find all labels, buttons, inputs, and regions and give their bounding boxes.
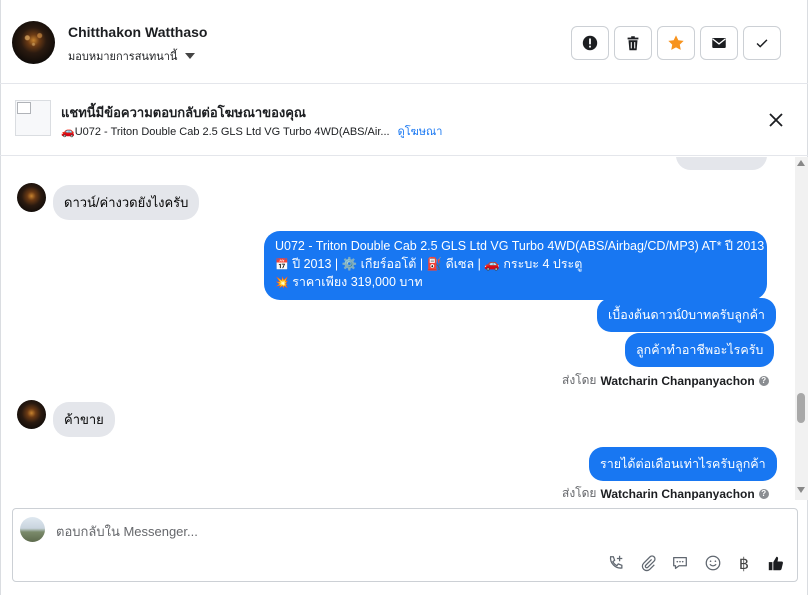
ad-banner-subtitle: 🚗U072 - Triton Double Cab 2.5 GLS Ltd VG…	[61, 122, 442, 140]
emoji-button[interactable]	[703, 553, 723, 573]
payment-button[interactable]: ฿	[734, 553, 754, 573]
smiley-icon	[705, 555, 721, 571]
contact-avatar-small	[17, 400, 46, 429]
exclamation-icon	[582, 35, 598, 51]
reply-input[interactable]	[56, 521, 656, 541]
sent-by-label: ส่งโดย Watcharin Chanpanyachon ?	[562, 371, 769, 390]
star-button[interactable]	[657, 26, 695, 60]
chat-bubble-icon	[673, 556, 687, 570]
car-icon: 🚗	[61, 125, 75, 138]
previous-message-bubble	[676, 157, 767, 170]
sent-by-prefix: ส่งโดย	[562, 486, 597, 500]
outgoing-ad-message: U072 - Triton Double Cab 2.5 GLS Ltd VG …	[264, 231, 767, 300]
outgoing-message: เบื้องต้นดาวน์0บาทครับลูกค้า	[597, 298, 776, 332]
sent-by-prefix: ส่งโดย	[562, 373, 597, 387]
message-line: 📅 ปี 2013 | ⚙️ เกียร์ออโต้ | ⛽ ดีเซล | 🚗…	[275, 256, 756, 275]
message-line-text: ปี 2013 | ⚙️ เกียร์ออโต้ | ⛽ ดีเซล | 🚗 ก…	[292, 256, 583, 271]
mark-done-button[interactable]	[743, 26, 781, 60]
scrollbar[interactable]	[795, 157, 808, 500]
baht-icon: ฿	[738, 553, 750, 573]
mail-button[interactable]	[700, 26, 738, 60]
outgoing-message: ลูกค้าทำอาชีพอะไรครับ	[625, 333, 775, 367]
envelope-icon	[712, 38, 726, 48]
attach-button[interactable]	[638, 553, 658, 573]
calendar-icon: 📅	[275, 258, 289, 271]
message-line: 💥 ราคาเพียง 319,000 บาท	[275, 274, 756, 293]
caret-down-icon	[185, 53, 196, 59]
incoming-message: ค้าขาย	[53, 402, 115, 437]
close-icon[interactable]	[766, 110, 786, 130]
scrollbar-thumb[interactable]	[797, 393, 805, 423]
info-icon[interactable]: ?	[758, 375, 769, 386]
agent-name[interactable]: Watcharin Chanpanyachon	[600, 374, 754, 388]
contact-avatar[interactable]	[12, 21, 55, 64]
check-icon	[756, 39, 768, 48]
assign-label: มอบหมายการสนทนานี้	[68, 51, 178, 63]
scroll-up-arrow[interactable]	[797, 160, 805, 166]
sent-by-label: ส่งโดย Watcharin Chanpanyachon ?	[562, 484, 769, 500]
phone-add-icon	[609, 555, 623, 569]
paperclip-icon	[641, 555, 656, 572]
delete-button[interactable]	[614, 26, 652, 60]
info-icon[interactable]: ?	[758, 488, 769, 499]
scroll-down-arrow[interactable]	[797, 487, 805, 493]
contact-name[interactable]: Chitthakon Watthaso	[68, 24, 207, 40]
ad-thumbnail[interactable]	[15, 100, 51, 136]
incoming-message: ดาวน์/ค่างวดยังไงครับ	[53, 185, 200, 220]
page-avatar	[20, 517, 45, 542]
ad-description: U072 - Triton Double Cab 2.5 GLS Ltd VG …	[74, 125, 390, 138]
agent-name[interactable]: Watcharin Chanpanyachon	[600, 487, 754, 501]
report-button[interactable]	[571, 26, 609, 60]
trash-icon	[627, 36, 639, 51]
message-line: U072 - Triton Double Cab 2.5 GLS Ltd VG …	[275, 239, 765, 253]
star-icon	[668, 35, 684, 50]
thumbs-up-icon	[768, 556, 783, 571]
assign-conversation-dropdown[interactable]: มอบหมายการสนทนานี้	[68, 47, 196, 65]
view-ad-link[interactable]: ดูโฆษณา	[398, 122, 443, 140]
contact-avatar-small	[17, 183, 46, 212]
outgoing-message: รายได้ต่อเดือนเท่าไรครับลูกค้า	[589, 447, 777, 481]
phone-add-button[interactable]	[606, 553, 626, 573]
sparkle-icon: 💥	[275, 277, 289, 289]
message-thread: ดาวน์/ค่างวดยังไงครับ U072 - Triton Doub…	[0, 157, 795, 500]
message-line-text: ราคาเพียง 319,000 บาท	[292, 275, 423, 289]
saved-replies-button[interactable]	[670, 553, 690, 573]
like-button[interactable]	[766, 553, 786, 573]
ad-banner-title: แชทนี้มีข้อความตอบกลับต่อโฆษณาของคุณ	[61, 105, 306, 120]
ad-text: 🚗U072 - Triton Double Cab 2.5 GLS Ltd VG…	[61, 125, 390, 138]
